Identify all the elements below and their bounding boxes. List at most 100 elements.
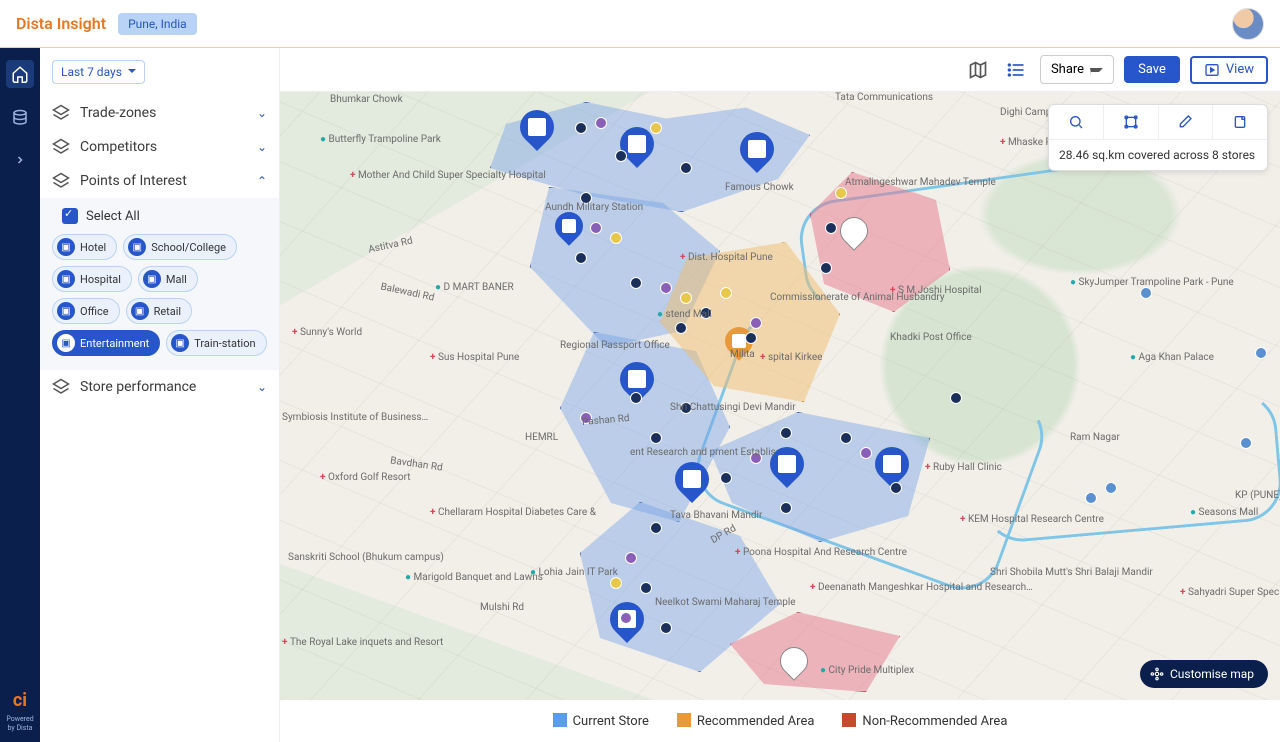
poi-dot[interactable] bbox=[575, 122, 587, 134]
poi-dot[interactable] bbox=[825, 222, 837, 234]
poi-dot[interactable] bbox=[680, 162, 692, 174]
poi-dot[interactable] bbox=[650, 432, 662, 444]
customise-label: Customise map bbox=[1170, 667, 1254, 681]
chevron-down-icon: ⌄ bbox=[257, 140, 267, 154]
poi-dot[interactable] bbox=[680, 292, 692, 304]
poi-dot[interactable] bbox=[595, 117, 607, 129]
poi-dot[interactable] bbox=[610, 232, 622, 244]
swatch-orange bbox=[677, 713, 691, 727]
poi-dot[interactable] bbox=[835, 187, 847, 199]
legend-item-current: Current Store bbox=[553, 713, 649, 729]
poi-dot[interactable] bbox=[1240, 437, 1252, 449]
poi-dot[interactable] bbox=[650, 522, 662, 534]
map-view-icon[interactable] bbox=[964, 56, 992, 84]
checkbox-icon[interactable] bbox=[62, 208, 78, 224]
section-competitors[interactable]: Competitors ⌄ bbox=[40, 130, 279, 164]
search-icon[interactable] bbox=[1049, 105, 1104, 139]
collapse-icon[interactable] bbox=[8, 148, 32, 172]
layers-sidebar: Last 7 days Trade-zones ⌄ Competitors ⌄ … bbox=[40, 48, 280, 742]
poi-dot[interactable] bbox=[700, 307, 712, 319]
chip-label: Mall bbox=[166, 273, 187, 286]
poi-dot[interactable] bbox=[720, 287, 732, 299]
poi-chip-train-station[interactable]: ▣Train-station bbox=[166, 330, 266, 356]
poi-dot[interactable] bbox=[860, 447, 872, 459]
poi-dot[interactable] bbox=[660, 282, 672, 294]
poi-dot[interactable] bbox=[610, 577, 622, 589]
note-icon[interactable] bbox=[1213, 105, 1267, 139]
chip-icon: ▣ bbox=[128, 238, 146, 256]
poi-dot[interactable] bbox=[820, 262, 832, 274]
swatch-blue bbox=[553, 713, 567, 727]
poi-dot[interactable] bbox=[890, 482, 902, 494]
home-icon[interactable] bbox=[6, 60, 34, 88]
location-chip[interactable]: Pune, India bbox=[118, 13, 197, 35]
chevron-up-icon: ⌃ bbox=[257, 174, 267, 188]
view-label: View bbox=[1226, 62, 1254, 77]
swatch-red bbox=[842, 713, 856, 727]
chip-label: Office bbox=[80, 305, 109, 318]
poi-dot[interactable] bbox=[1105, 482, 1117, 494]
section-label: Store performance bbox=[80, 379, 196, 395]
legend-item-nonrecommended: Non-Recommended Area bbox=[842, 713, 1007, 729]
poi-dot[interactable] bbox=[780, 427, 792, 439]
poi-dot[interactable] bbox=[615, 150, 627, 162]
chip-icon: ▣ bbox=[57, 270, 75, 288]
map-toolbar: Share Save View bbox=[280, 48, 1280, 92]
section-label: Competitors bbox=[80, 139, 157, 155]
poi-chip-hospital[interactable]: ▣Hospital bbox=[52, 266, 132, 292]
bounding-box-icon[interactable] bbox=[1104, 105, 1159, 139]
layers-icon bbox=[52, 172, 70, 190]
poi-chip-hotel[interactable]: ▣Hotel bbox=[52, 234, 117, 260]
view-button[interactable]: View bbox=[1190, 56, 1268, 84]
select-all-row[interactable]: Select All bbox=[62, 208, 267, 224]
list-view-icon[interactable] bbox=[1002, 56, 1030, 84]
section-poi[interactable]: Points of Interest ⌃ bbox=[40, 164, 279, 198]
poi-dot[interactable] bbox=[660, 622, 672, 634]
chip-icon: ▣ bbox=[143, 270, 161, 288]
poi-dot[interactable] bbox=[720, 472, 732, 484]
layers-icon bbox=[52, 378, 70, 396]
poi-dot[interactable] bbox=[745, 332, 757, 344]
poi-dot[interactable] bbox=[1255, 347, 1267, 359]
user-avatar[interactable] bbox=[1232, 8, 1264, 40]
map-canvas[interactable]: ▭ ▭ ▭ ▭ ▭ ▭ ▭ ▭ ▭ ▭ ▭ ▭ bbox=[280, 92, 1280, 700]
main-area: Share Save View ▭ ▭ ▭ ▭ bbox=[280, 48, 1280, 742]
poi-dot[interactable] bbox=[590, 222, 602, 234]
chevron-down-icon: ⌄ bbox=[257, 106, 267, 120]
poi-chip-retail[interactable]: ▣Retail bbox=[126, 298, 193, 324]
poi-chips: ▣Hotel▣School/College▣Hospital▣Mall▣Offi… bbox=[52, 234, 267, 356]
database-icon[interactable] bbox=[8, 106, 32, 130]
poi-dot[interactable] bbox=[620, 612, 632, 624]
poi-dot[interactable] bbox=[780, 502, 792, 514]
poi-chip-school-college[interactable]: ▣School/College bbox=[123, 234, 237, 260]
poi-dot[interactable] bbox=[640, 582, 652, 594]
poi-dot[interactable] bbox=[950, 392, 962, 404]
poi-dot[interactable] bbox=[840, 432, 852, 444]
poi-dot[interactable] bbox=[650, 122, 662, 134]
poi-dot[interactable] bbox=[1140, 287, 1152, 299]
edit-icon[interactable] bbox=[1159, 105, 1214, 139]
section-store-performance[interactable]: Store performance ⌄ bbox=[40, 370, 279, 404]
poi-dot[interactable] bbox=[1085, 492, 1097, 504]
poi-chip-mall[interactable]: ▣ Mall bbox=[138, 266, 198, 292]
poi-dot[interactable] bbox=[750, 317, 762, 329]
customise-map-button[interactable]: Customise map bbox=[1140, 660, 1268, 688]
poi-dot[interactable] bbox=[675, 322, 687, 334]
share-button[interactable]: Share bbox=[1040, 55, 1114, 84]
poi-dot[interactable] bbox=[750, 452, 762, 464]
save-button[interactable]: Save bbox=[1124, 56, 1180, 83]
caret-down-icon bbox=[1090, 68, 1103, 76]
chip-icon: ▣ bbox=[57, 238, 75, 256]
poi-dot[interactable] bbox=[625, 552, 637, 564]
poi-dot[interactable] bbox=[630, 277, 642, 289]
time-range-dropdown[interactable]: Last 7 days bbox=[52, 60, 145, 84]
poi-dot[interactable] bbox=[580, 192, 592, 204]
section-trade-zones[interactable]: Trade-zones ⌄ bbox=[40, 96, 279, 130]
poi-dot[interactable] bbox=[680, 402, 692, 414]
poi-dot[interactable] bbox=[630, 392, 642, 404]
poi-chip-office[interactable]: ▣Office bbox=[52, 298, 120, 324]
poi-dot[interactable] bbox=[580, 412, 592, 424]
chip-label: Entertainment bbox=[80, 337, 149, 350]
poi-dot[interactable] bbox=[575, 252, 587, 264]
poi-chip-entertainment[interactable]: ▣Entertainment bbox=[52, 330, 160, 356]
